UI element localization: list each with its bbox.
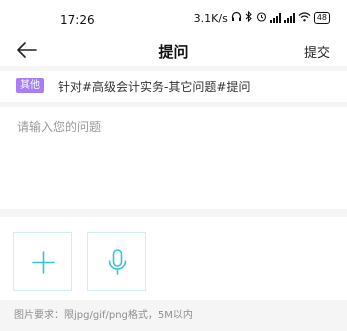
topic-text: 针对#高级会计实务-其它问题#提问 — [58, 80, 251, 94]
status-time: 17:26 — [60, 13, 95, 27]
status-bar: 17:26 3.1K/s 48 — [0, 0, 347, 34]
wifi-icon — [298, 11, 311, 25]
question-placeholder: 请输入您的问题 — [17, 120, 102, 134]
voice-input-button[interactable] — [87, 232, 146, 291]
topic-bar: 其他 针对#高级会计实务-其它问题#提问 — [0, 71, 347, 102]
submit-button[interactable]: 提交 — [304, 42, 330, 61]
alarm-icon — [256, 11, 267, 25]
battery-icon: 48 — [313, 12, 330, 24]
signal-icon — [269, 13, 281, 23]
upload-hint: 图片要求：限jpg/gif/png格式，5M以内 — [14, 310, 193, 321]
network-speed: 3.1K/s — [193, 11, 228, 25]
bluetooth-icon — [245, 10, 253, 25]
category-badge: 其他 — [16, 78, 44, 93]
nav-bar: 提问 提交 — [0, 34, 347, 66]
add-image-button[interactable] — [13, 232, 72, 291]
signal-icon-2 — [283, 13, 295, 23]
status-icons: 3.1K/s 48 — [193, 10, 330, 25]
page-title: 提问 — [158, 43, 189, 61]
question-input[interactable]: 请输入您的问题 — [0, 107, 347, 209]
headphones-icon — [231, 11, 242, 25]
media-panel — [0, 217, 347, 300]
plus-icon — [32, 251, 55, 274]
microphone-icon — [108, 249, 127, 275]
